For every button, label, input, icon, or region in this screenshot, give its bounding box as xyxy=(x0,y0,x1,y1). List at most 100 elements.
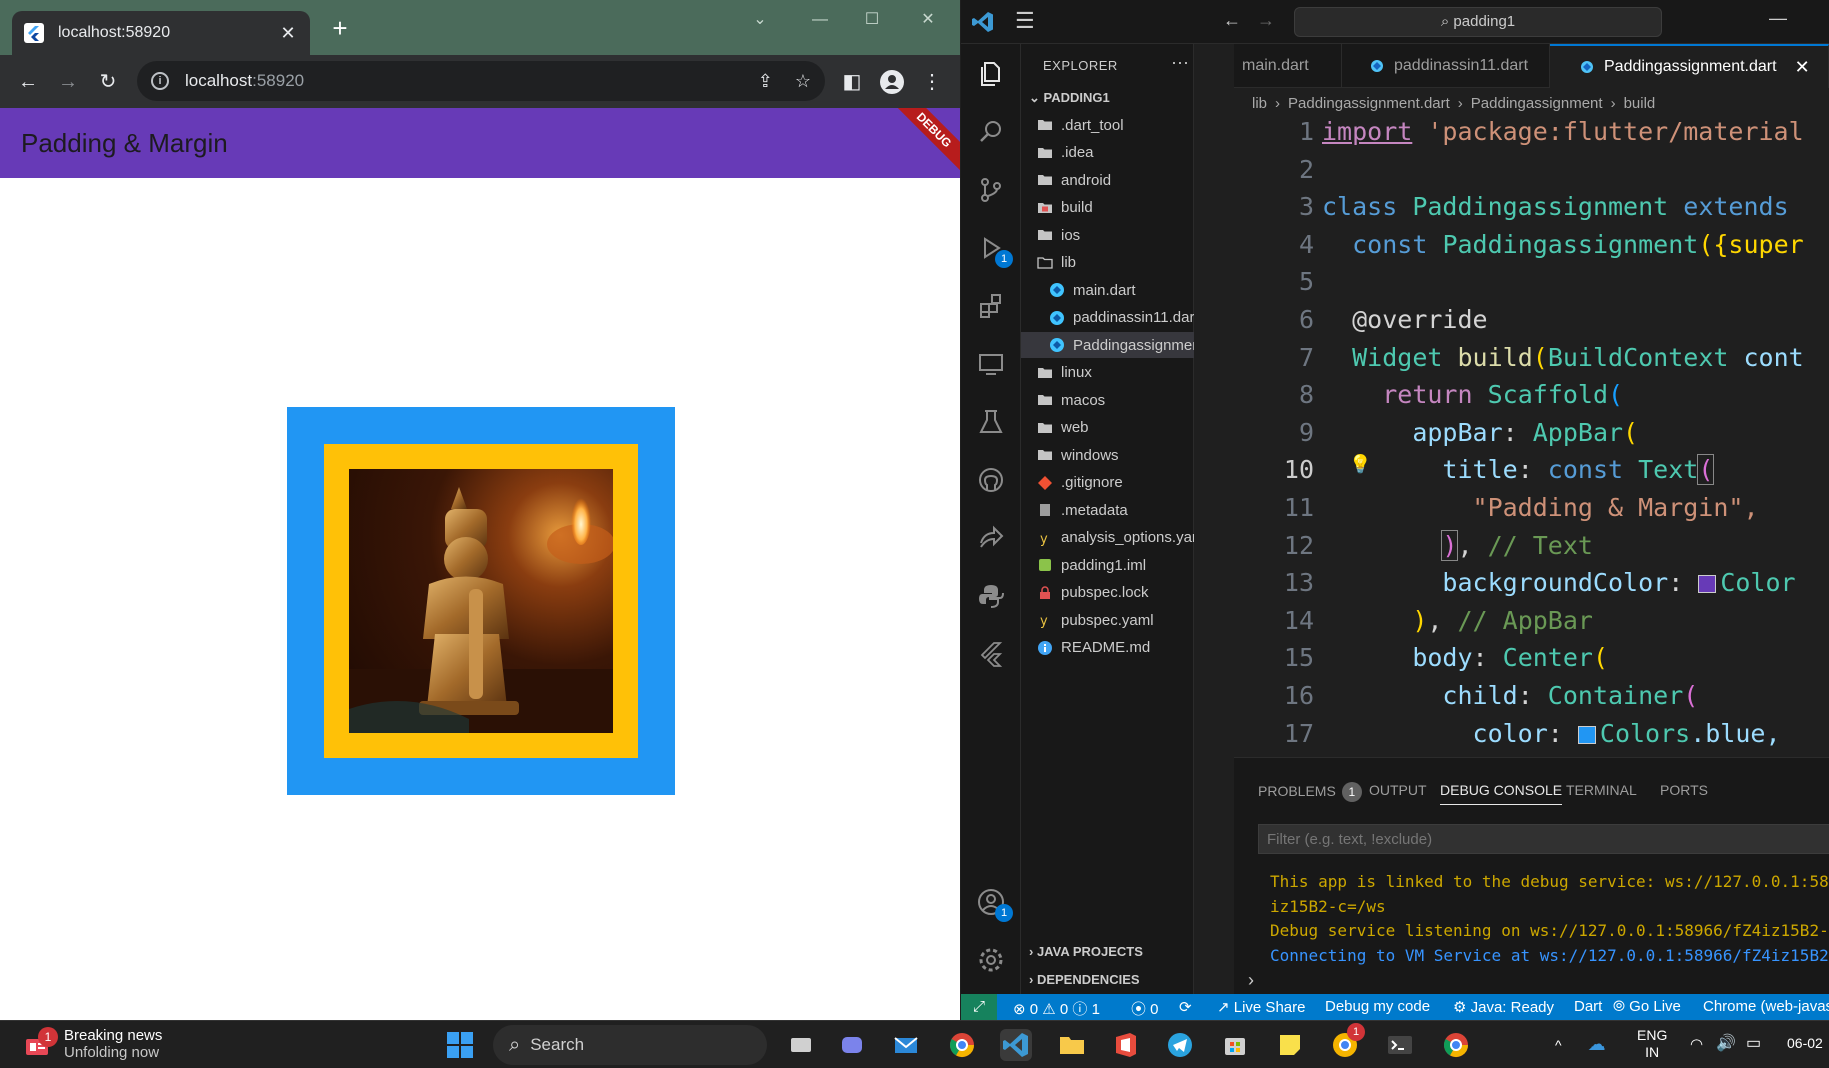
vscode-minimize-button[interactable]: — xyxy=(1769,8,1787,29)
file-tree-item[interactable]: README.md xyxy=(1021,635,1194,661)
tab-terminal[interactable]: TERMINAL xyxy=(1566,782,1637,798)
volume-icon[interactable]: 🔊 xyxy=(1716,1033,1736,1053)
language-indicator[interactable]: ENG IN xyxy=(1637,1027,1667,1061)
clock[interactable]: 06-02 xyxy=(1787,1035,1823,1051)
back-arrow-icon[interactable]: ← xyxy=(14,68,42,96)
wifi-icon[interactable]: ◠ xyxy=(1690,1035,1703,1053)
debug-console-filter-input[interactable] xyxy=(1258,824,1829,854)
file-tree-item[interactable]: Paddingassignment.... xyxy=(1021,332,1194,358)
site-info-icon[interactable]: i xyxy=(151,72,169,90)
tab-search-icon[interactable]: ⌄ xyxy=(740,8,780,32)
remote-indicator-icon[interactable]: ⤢ xyxy=(961,994,997,1020)
breadcrumb-file[interactable]: Paddingassignment.dart xyxy=(1288,95,1450,112)
file-tree-item[interactable]: macos xyxy=(1021,387,1194,413)
breadcrumb-lib[interactable]: lib xyxy=(1252,95,1267,112)
onedrive-icon[interactable]: ☁ xyxy=(1588,1034,1606,1055)
file-tree-item[interactable]: windows xyxy=(1021,442,1194,468)
dependencies-section[interactable]: › DEPENDENCIES xyxy=(1029,972,1140,987)
live-share-icon[interactable] xyxy=(973,520,1009,556)
command-center-search[interactable]: ⌕ padding1 xyxy=(1294,7,1662,37)
search-icon[interactable] xyxy=(973,114,1009,150)
chrome-icon[interactable] xyxy=(946,1029,978,1061)
url-text[interactable]: localhost:58920 xyxy=(185,71,736,91)
dart-status[interactable]: Dart xyxy=(1574,998,1602,1015)
file-tree-item[interactable]: linux xyxy=(1021,360,1194,386)
profile-avatar-icon[interactable] xyxy=(878,68,906,96)
device-status[interactable]: Chrome (web-javas xyxy=(1703,998,1829,1015)
maximize-window-button[interactable]: ☐ xyxy=(852,8,892,32)
breadcrumb-method[interactable]: build xyxy=(1624,95,1656,112)
extensions-icon[interactable] xyxy=(973,288,1009,324)
file-tree-item[interactable]: paddinassin11.dart xyxy=(1021,305,1194,331)
file-tree-item[interactable]: .metadata xyxy=(1021,497,1194,523)
testing-icon[interactable] xyxy=(973,404,1009,440)
tab-problems[interactable]: PROBLEMS 1 xyxy=(1258,782,1362,802)
close-window-button[interactable]: ✕ xyxy=(908,8,948,32)
forward-arrow-icon[interactable]: → xyxy=(54,68,82,96)
mail-icon[interactable] xyxy=(890,1029,922,1061)
news-widget[interactable]: 1 Breaking news Unfolding now xyxy=(24,1027,162,1061)
file-tree-item[interactable]: .dart_tool xyxy=(1021,112,1194,138)
battery-icon[interactable]: ▭ xyxy=(1746,1033,1761,1053)
github-icon[interactable] xyxy=(973,462,1009,498)
tab-main-dart[interactable]: main.dart xyxy=(1234,44,1342,88)
python-icon[interactable] xyxy=(973,578,1009,614)
java-projects-section[interactable]: › JAVA PROJECTS xyxy=(1029,944,1143,959)
debug-my-code-status[interactable]: Debug my code xyxy=(1325,998,1430,1015)
flutter-sidebar-icon[interactable] xyxy=(973,636,1009,672)
chrome-canary-icon[interactable]: 1 xyxy=(1329,1023,1365,1061)
file-tree-item[interactable]: y analysis_options.yaml xyxy=(1021,525,1194,551)
tab-ports[interactable]: PORTS xyxy=(1660,782,1708,798)
problems-status[interactable]: ⊗ 0 ⚠ 0 ⓘ 1 xyxy=(1013,998,1100,1019)
chrome-icon-2[interactable] xyxy=(1440,1029,1472,1061)
microsoft-store-icon[interactable] xyxy=(1219,1029,1251,1061)
java-status[interactable]: ⚙ Java: Ready xyxy=(1453,998,1554,1016)
windows-start-icon[interactable] xyxy=(447,1032,473,1058)
task-view-icon[interactable] xyxy=(785,1029,817,1061)
console-prompt-chevron-icon[interactable]: › xyxy=(1248,970,1254,991)
code-editor[interactable]: 1 import 'package:flutter/material 2 3 cla… xyxy=(1234,117,1829,757)
reload-icon[interactable]: ↻ xyxy=(94,68,122,96)
tab-paddinassin11-dart[interactable]: paddinassin11.dart xyxy=(1342,44,1550,88)
go-live-status[interactable]: ⦾ Go Live xyxy=(1613,998,1681,1015)
file-tree-item[interactable]: build xyxy=(1021,195,1194,221)
browser-tab[interactable]: localhost:58920 ✕ xyxy=(12,11,310,55)
vscode-taskbar-icon[interactable] xyxy=(1000,1029,1032,1061)
office-icon[interactable] xyxy=(1110,1029,1142,1061)
ports-status[interactable]: ⦿ 0 xyxy=(1131,998,1159,1019)
file-tree-item[interactable]: padding1.iml xyxy=(1021,552,1194,578)
chrome-menu-icon[interactable]: ⋮ xyxy=(918,68,946,96)
remote-explorer-icon[interactable] xyxy=(973,346,1009,382)
terminal-icon[interactable] xyxy=(1384,1029,1416,1061)
file-tree-item[interactable]: android xyxy=(1021,167,1194,193)
file-explorer-icon[interactable] xyxy=(1056,1029,1088,1061)
taskbar-search[interactable]: ⌕ Search xyxy=(493,1025,767,1065)
color-swatch-icon[interactable] xyxy=(1577,725,1596,744)
file-tree-item[interactable]: y pubspec.yaml xyxy=(1021,607,1194,633)
new-tab-button[interactable]: + xyxy=(326,14,354,42)
source-control-icon[interactable] xyxy=(973,172,1009,208)
telegram-icon[interactable] xyxy=(1164,1029,1196,1061)
side-panel-icon[interactable]: ◧ xyxy=(838,68,866,96)
file-tree-item[interactable]: main.dart xyxy=(1021,277,1194,303)
file-tree-item[interactable]: pubspec.lock xyxy=(1021,580,1194,606)
settings-gear-icon[interactable] xyxy=(973,942,1009,978)
project-root-folder[interactable]: ⌄ PADDING1 xyxy=(1029,90,1110,106)
address-bar[interactable]: i localhost:58920 ⇪ ☆ xyxy=(137,61,825,101)
file-tree-item[interactable]: ios xyxy=(1021,222,1194,248)
explorer-icon[interactable] xyxy=(973,56,1009,92)
color-swatch-icon[interactable] xyxy=(1698,575,1717,594)
breadcrumb-class[interactable]: Paddingassignment xyxy=(1471,95,1603,112)
share-icon[interactable]: ⇪ xyxy=(758,71,773,92)
accounts-icon[interactable]: 1 xyxy=(973,884,1013,922)
nav-forward-icon[interactable]: → xyxy=(1257,10,1275,31)
sticky-notes-icon[interactable] xyxy=(1274,1029,1306,1061)
minimize-window-button[interactable]: — xyxy=(800,8,840,32)
close-tab-icon[interactable]: ✕ xyxy=(278,23,298,44)
file-tree-item[interactable]: .gitignore xyxy=(1021,470,1194,496)
close-editor-tab-icon[interactable]: ✕ xyxy=(1795,57,1810,78)
run-debug-icon[interactable]: 1 xyxy=(973,230,1013,268)
nav-back-icon[interactable]: ← xyxy=(1223,10,1241,31)
tab-debug-console[interactable]: DEBUG CONSOLE xyxy=(1440,782,1563,805)
hamburger-menu-icon[interactable]: ☰ xyxy=(1015,8,1035,34)
